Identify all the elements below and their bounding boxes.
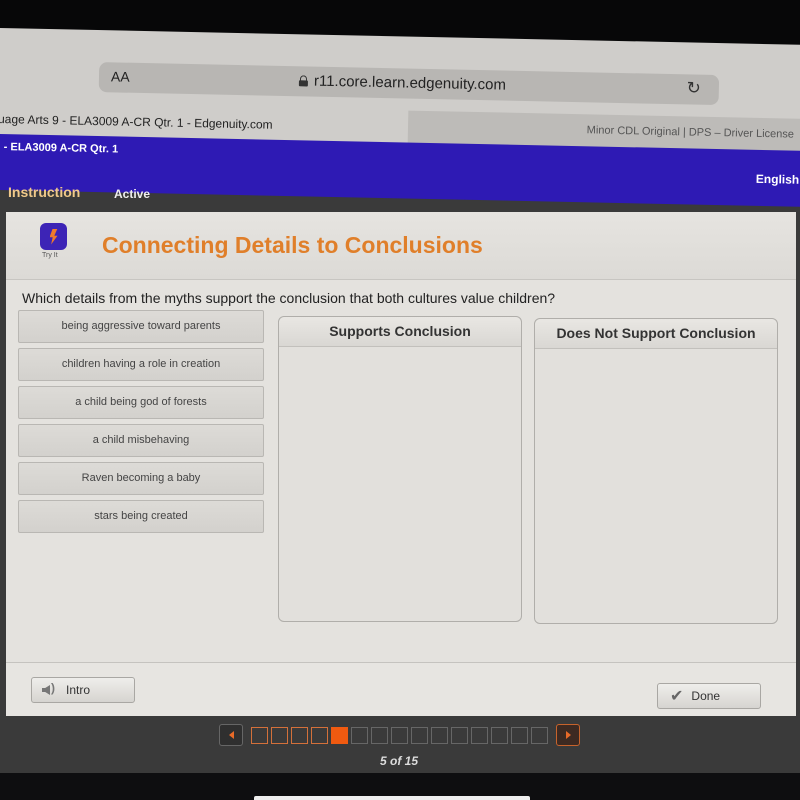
- try-it-label: Try It: [42, 252, 58, 259]
- draggable-tile[interactable]: children having a role in creation: [18, 348, 264, 381]
- draggable-tile[interactable]: Raven becoming a baby: [18, 462, 264, 495]
- draggable-tile[interactable]: a child being god of forests: [18, 386, 264, 419]
- activity-panel: Try It Connecting Details to Conclusions…: [6, 212, 796, 716]
- drop-zone-header: Does Not Support Conclusion: [535, 319, 777, 349]
- done-label: Done: [691, 689, 721, 703]
- draggable-tile[interactable]: stars being created: [18, 500, 264, 533]
- page-indicator-5[interactable]: [331, 726, 348, 744]
- draggable-tile[interactable]: a child misbehaving: [18, 424, 264, 457]
- page-indicator-6[interactable]: [351, 726, 368, 744]
- page-indicators: [251, 726, 548, 744]
- previous-page-button[interactable]: [219, 724, 243, 746]
- lock-icon: [299, 75, 308, 86]
- language-selector[interactable]: English: [756, 172, 800, 187]
- checkmark-icon: ✔: [670, 688, 684, 705]
- page-counter: 5 of 15: [380, 754, 419, 768]
- page-navigator: [214, 724, 585, 746]
- drop-zone-header: Supports Conclusion: [279, 317, 521, 347]
- speaker-icon: [42, 681, 58, 697]
- course-label[interactable]: - ELA3009 A-CR Qtr. 1: [4, 141, 119, 155]
- tab-instruction[interactable]: Instruction: [8, 184, 80, 200]
- page-indicator-11[interactable]: [451, 726, 468, 744]
- arrow-left-icon: [228, 731, 234, 739]
- intro-label: Intro: [66, 683, 91, 697]
- page-indicator-12[interactable]: [471, 726, 488, 744]
- page-indicator-9[interactable]: [411, 726, 428, 744]
- page-indicator-4[interactable]: [311, 726, 328, 744]
- activity-header: Try It Connecting Details to Conclusions: [6, 212, 796, 280]
- lightning-icon: [49, 228, 58, 245]
- tab-active[interactable]: Active: [114, 187, 150, 201]
- drop-zone-supports[interactable]: Supports Conclusion: [278, 316, 522, 622]
- page-indicator-3[interactable]: [291, 726, 308, 744]
- page-indicator-2[interactable]: [271, 726, 288, 744]
- answer-tile-bank: being aggressive toward parents children…: [18, 310, 266, 538]
- page-indicator-7[interactable]: [371, 726, 388, 744]
- activity-footer: Intro ✔ Done: [6, 662, 796, 716]
- activity-title: Connecting Details to Conclusions: [102, 232, 483, 258]
- try-it-icon: [40, 223, 67, 250]
- question-text: Which details from the myths support the…: [22, 290, 556, 306]
- url-display[interactable]: r11.core.learn.edgenuity.com: [299, 72, 507, 94]
- page-indicator-15[interactable]: [531, 726, 548, 744]
- page-indicator-13[interactable]: [491, 726, 508, 744]
- page-indicator-8[interactable]: [391, 726, 408, 744]
- page-indicator-10[interactable]: [431, 726, 448, 744]
- url-text: r11.core.learn.edgenuity.com: [313, 72, 507, 94]
- arrow-right-icon: [565, 731, 571, 739]
- page-indicator-14[interactable]: [511, 726, 528, 744]
- draggable-tile[interactable]: being aggressive toward parents: [18, 310, 264, 343]
- next-page-button[interactable]: [556, 724, 580, 746]
- drop-zone-does-not-support[interactable]: Does Not Support Conclusion: [534, 318, 778, 624]
- done-button[interactable]: ✔ Done: [657, 683, 761, 709]
- intro-button[interactable]: Intro: [31, 677, 135, 703]
- address-bar[interactable]: AA r11.core.learn.edgenuity.com ↻: [98, 62, 720, 106]
- text-size-button[interactable]: AA: [111, 68, 130, 84]
- reload-icon[interactable]: ↻: [686, 78, 701, 98]
- page-indicator-1[interactable]: [251, 726, 268, 744]
- home-indicator: [254, 796, 530, 800]
